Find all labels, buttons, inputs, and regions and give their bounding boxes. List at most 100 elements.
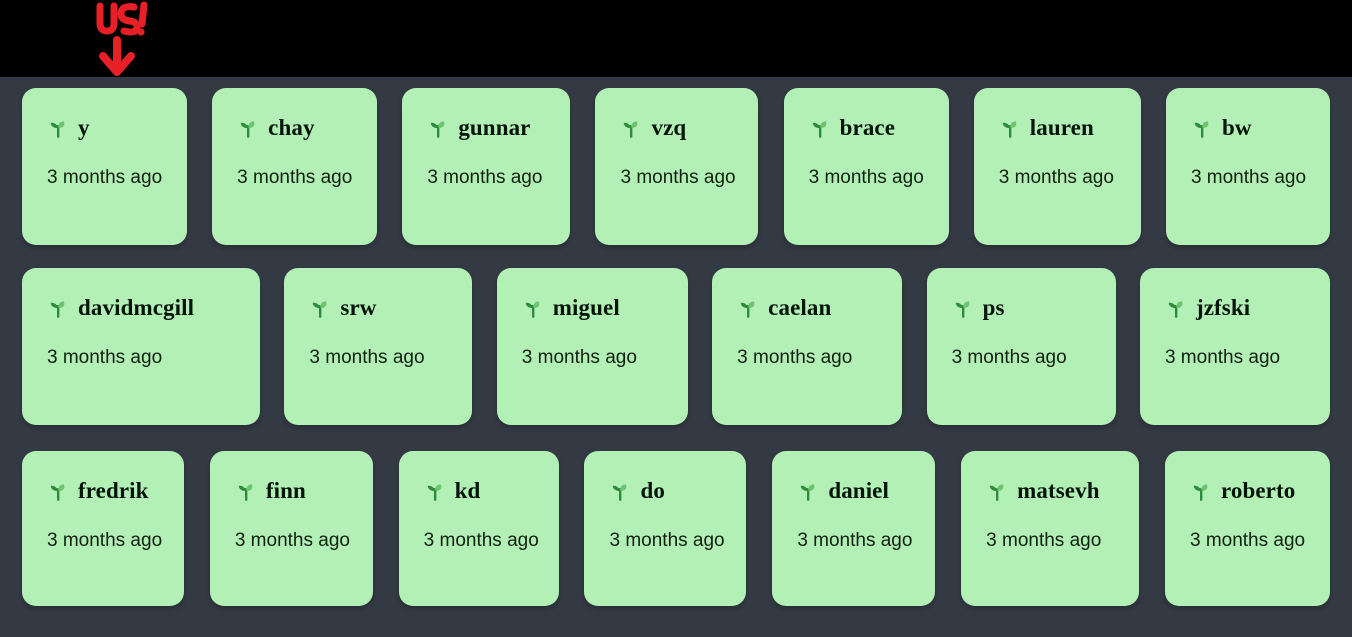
- card[interactable]: jzfski 3 months ago: [1139, 268, 1330, 425]
- app-root: y 3 months ago chay 3 months ago gunnar 3 m…: [0, 0, 1352, 637]
- cards-page: y 3 months ago chay 3 months ago gunnar 3 m…: [0, 77, 1352, 637]
- card-header: brace: [809, 116, 895, 139]
- card[interactable]: do 3 months ago: [584, 451, 747, 606]
- card[interactable]: chay 3 months ago: [212, 88, 378, 245]
- card-name: bw: [1221, 115, 1252, 140]
- card-timestamp: 3 months ago: [47, 167, 163, 188]
- card-header: fredrik: [47, 479, 149, 502]
- card-name: lauren: [1029, 115, 1094, 140]
- card-header: do: [609, 479, 665, 502]
- card-name: ps: [982, 295, 1005, 320]
- card-name: matsevh: [1017, 478, 1100, 503]
- card-header: kd: [424, 479, 481, 502]
- card-header: miguel: [522, 296, 620, 319]
- card-timestamp: 3 months ago: [797, 530, 913, 551]
- card-header: matsevh: [986, 478, 1100, 503]
- card-name: gunnar: [458, 115, 531, 140]
- card-header: davidmcgill: [47, 296, 194, 319]
- card-name: davidmcgill: [78, 295, 195, 320]
- card-timestamp: 3 months ago: [47, 347, 163, 368]
- card-header: finn: [235, 479, 306, 502]
- card-name: brace: [839, 115, 896, 140]
- card-header: srw: [309, 296, 376, 319]
- card-header: daniel: [797, 479, 889, 502]
- card-row-2: davidmcgill 3 months ago srw 3 months ago …: [22, 268, 1330, 425]
- card-timestamp: 3 months ago: [808, 167, 924, 188]
- seedling-icon: [986, 480, 1008, 502]
- seedling-icon: [999, 117, 1021, 139]
- seedling-icon: [47, 117, 69, 139]
- card-timestamp: 3 months ago: [234, 530, 350, 551]
- card[interactable]: brace 3 months ago: [783, 88, 949, 245]
- card[interactable]: fredrik 3 months ago: [22, 451, 184, 606]
- card[interactable]: miguel 3 months ago: [496, 268, 688, 425]
- seedling-icon: [427, 117, 449, 139]
- card-timestamp: 3 months ago: [47, 530, 163, 551]
- card-header: vzq: [620, 116, 686, 139]
- card[interactable]: finn 3 months ago: [209, 451, 373, 606]
- card-header: chay: [237, 116, 314, 139]
- seedling-icon: [47, 297, 69, 319]
- card-row-3: fredrik 3 months ago finn 3 months ago kd 3…: [22, 451, 1330, 606]
- card-name: finn: [265, 478, 306, 503]
- seedling-icon: [797, 480, 819, 502]
- card-header: lauren: [999, 116, 1094, 139]
- card[interactable]: bw 3 months ago: [1165, 88, 1330, 245]
- card-header: bw: [1191, 116, 1252, 139]
- seedling-icon: [809, 117, 831, 139]
- card[interactable]: srw 3 months ago: [284, 268, 473, 425]
- seedling-icon: [237, 117, 259, 139]
- card-timestamp: 3 months ago: [609, 530, 725, 551]
- seedling-icon: [47, 480, 69, 502]
- card[interactable]: matsevh 3 months ago: [961, 451, 1140, 606]
- card-timestamp: 3 months ago: [427, 167, 543, 188]
- card-header: gunnar: [427, 116, 530, 139]
- card[interactable]: ps 3 months ago: [926, 268, 1116, 425]
- card-timestamp: 3 months ago: [423, 530, 539, 551]
- card-timestamp: 3 months ago: [737, 347, 853, 368]
- card-timestamp: 3 months ago: [620, 167, 736, 188]
- card[interactable]: gunnar 3 months ago: [402, 88, 571, 245]
- card[interactable]: roberto 3 months ago: [1164, 451, 1330, 606]
- card-timestamp: 3 months ago: [237, 167, 353, 188]
- card-timestamp: 3 months ago: [309, 347, 425, 368]
- card[interactable]: daniel 3 months ago: [772, 451, 936, 606]
- card-name: do: [640, 478, 665, 503]
- seedling-icon: [235, 480, 257, 502]
- card-header: y: [47, 116, 90, 139]
- card-timestamp: 3 months ago: [1189, 530, 1306, 551]
- card[interactable]: lauren 3 months ago: [973, 88, 1141, 245]
- card-name: roberto: [1220, 478, 1296, 503]
- card-name: srw: [340, 295, 377, 320]
- card[interactable]: kd 3 months ago: [398, 451, 559, 606]
- card-name: fredrik: [78, 478, 149, 503]
- card-timestamp: 3 months ago: [998, 167, 1114, 188]
- card-name: daniel: [828, 478, 889, 503]
- card-timestamp: 3 months ago: [1190, 167, 1307, 188]
- card[interactable]: davidmcgill 3 months ago: [22, 268, 260, 425]
- seedling-icon: [522, 297, 544, 319]
- card[interactable]: vzq 3 months ago: [595, 88, 759, 245]
- card-timestamp: 3 months ago: [986, 530, 1102, 551]
- card-name: kd: [454, 478, 481, 503]
- seedling-icon: [424, 480, 446, 502]
- card-timestamp: 3 months ago: [521, 347, 637, 368]
- card-name: jzfski: [1195, 295, 1251, 320]
- card-header: roberto: [1190, 479, 1295, 502]
- card-header: ps: [952, 296, 1005, 319]
- card-timestamp: 3 months ago: [951, 347, 1067, 368]
- card-name: vzq: [651, 115, 687, 140]
- card-row-1: y 3 months ago chay 3 months ago gunnar 3 m…: [22, 88, 1330, 245]
- seedling-icon: [737, 297, 759, 319]
- card-name: y: [78, 115, 90, 140]
- top-black-bar: [0, 0, 1352, 77]
- card-header: caelan: [737, 296, 831, 319]
- card-name: miguel: [552, 295, 620, 320]
- card[interactable]: y 3 months ago: [22, 88, 187, 245]
- seedling-icon: [1190, 480, 1212, 502]
- seedling-icon: [1191, 117, 1213, 139]
- card-name: caelan: [768, 295, 832, 320]
- card-timestamp: 3 months ago: [1164, 347, 1281, 368]
- card[interactable]: caelan 3 months ago: [712, 268, 903, 425]
- seedling-icon: [609, 480, 631, 502]
